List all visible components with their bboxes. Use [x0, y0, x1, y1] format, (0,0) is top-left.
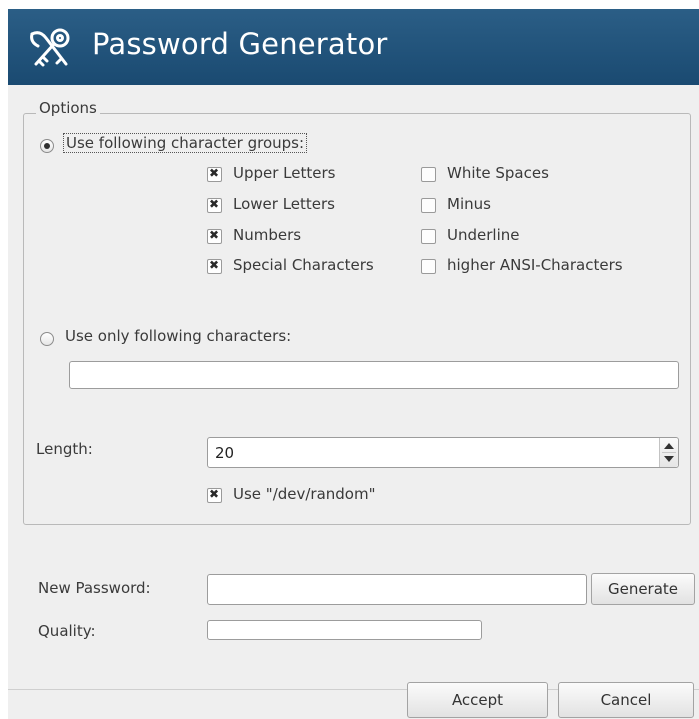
new-password-label: New Password:: [38, 579, 151, 597]
dialog-body: Options Use following character groups: …: [8, 85, 699, 719]
length-label: Length:: [36, 440, 93, 458]
spin-up-icon[interactable]: [664, 443, 674, 449]
quality-label: Quality:: [38, 622, 96, 640]
spin-down-icon[interactable]: [664, 456, 674, 462]
quality-progress-bar: [207, 620, 482, 640]
white-spaces-checkbox[interactable]: [421, 167, 436, 182]
cancel-button[interactable]: Cancel: [558, 682, 694, 718]
options-group-title: Options: [36, 99, 100, 117]
length-spinbox[interactable]: 20: [207, 437, 679, 468]
numbers-checkbox[interactable]: [207, 228, 222, 244]
dev-random-checkbox[interactable]: [207, 487, 222, 503]
minus-label[interactable]: Minus: [447, 195, 491, 213]
accept-button[interactable]: Accept: [407, 682, 548, 718]
use-only-label[interactable]: Use only following characters:: [65, 327, 291, 345]
new-password-input[interactable]: [207, 574, 587, 605]
keys-icon: [30, 28, 70, 67]
use-groups-label[interactable]: Use following character groups:: [63, 133, 308, 153]
special-characters-label[interactable]: Special Characters: [233, 256, 374, 274]
special-characters-checkbox[interactable]: [207, 258, 222, 274]
lower-letters-label[interactable]: Lower Letters: [233, 195, 335, 213]
higher-ansi-label[interactable]: higher ANSI-Characters: [447, 256, 623, 274]
use-only-radio[interactable]: [40, 332, 54, 346]
higher-ansi-checkbox[interactable]: [421, 259, 436, 274]
dev-random-label[interactable]: Use "/dev/random": [233, 485, 376, 503]
use-groups-radio[interactable]: [40, 139, 54, 153]
lower-letters-checkbox[interactable]: [207, 197, 222, 213]
upper-letters-checkbox[interactable]: [207, 166, 222, 182]
white-spaces-label[interactable]: White Spaces: [447, 164, 549, 182]
generate-button[interactable]: Generate: [591, 573, 695, 605]
upper-letters-label[interactable]: Upper Letters: [233, 164, 335, 182]
minus-checkbox[interactable]: [421, 198, 436, 213]
only-characters-input[interactable]: [69, 361, 679, 389]
window-title: Password Generator: [92, 27, 388, 61]
underline-checkbox[interactable]: [421, 229, 436, 244]
numbers-label[interactable]: Numbers: [233, 226, 301, 244]
length-value: 20: [215, 444, 235, 462]
underline-label[interactable]: Underline: [447, 226, 519, 244]
length-spin-buttons[interactable]: [659, 438, 678, 467]
title-bar: Password Generator: [8, 9, 699, 85]
